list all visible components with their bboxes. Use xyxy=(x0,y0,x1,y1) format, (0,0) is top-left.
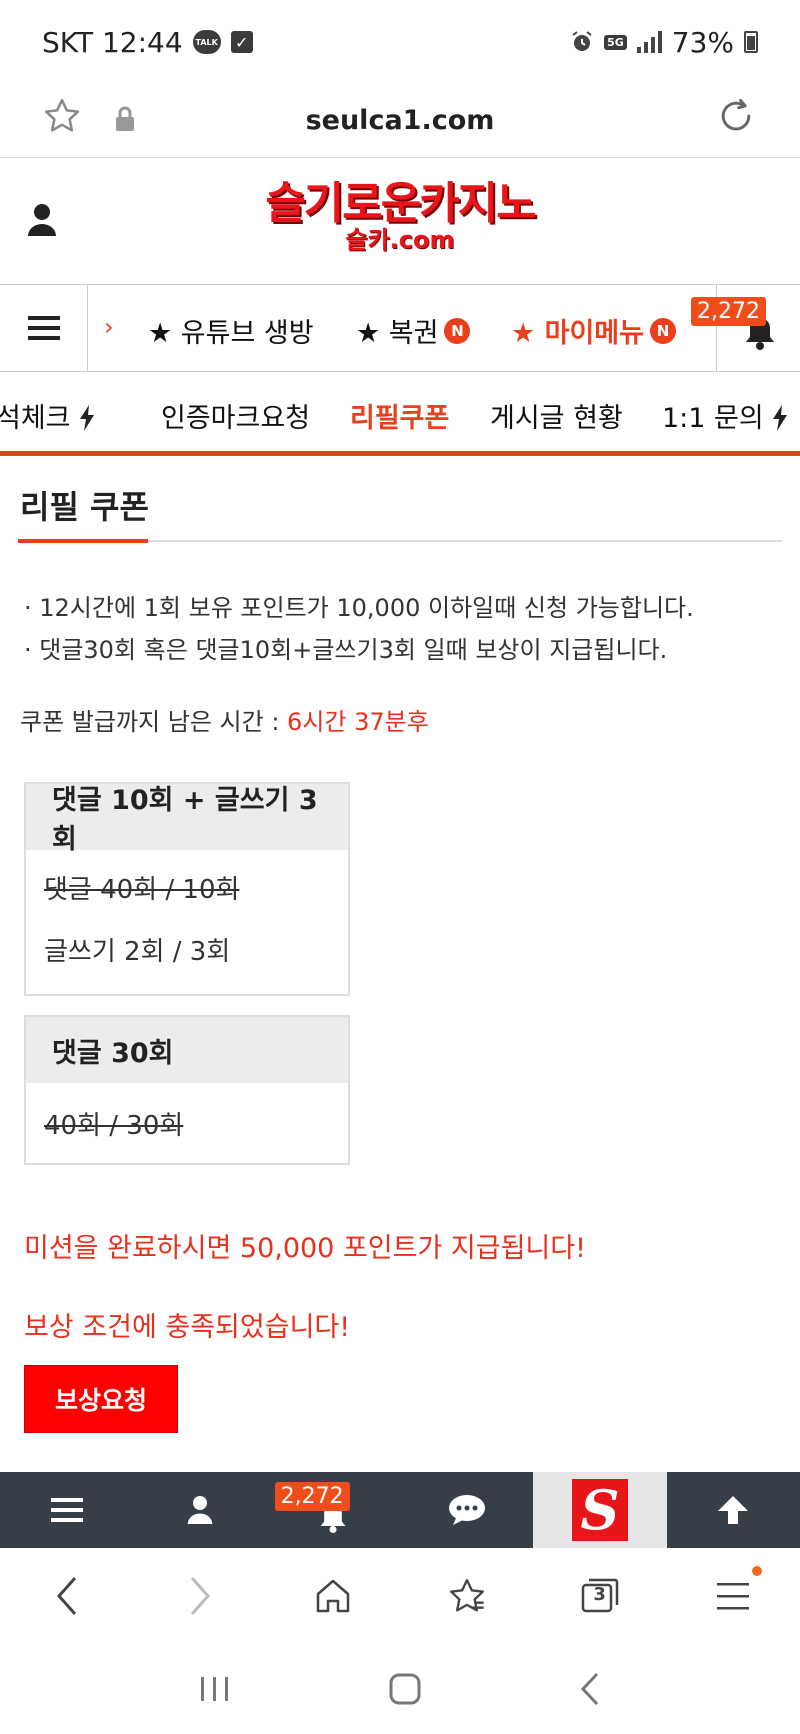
lock-icon xyxy=(116,106,134,131)
browser-back-button[interactable] xyxy=(0,1548,133,1644)
browser-forward-button[interactable] xyxy=(133,1548,266,1644)
mission-header: 댓글 10회 + 글쓰기 3회 xyxy=(26,784,348,855)
browser-home-button[interactable] xyxy=(267,1548,400,1644)
reward-request-button[interactable]: 보상요청 xyxy=(24,1365,178,1433)
bottom-logo-button[interactable]: S xyxy=(533,1472,667,1548)
checkbox-notification-icon: ✓ xyxy=(230,31,253,53)
mission-row-posts: 글쓰기 2회 / 3회 xyxy=(44,936,231,967)
bookmark-star-icon[interactable] xyxy=(42,96,82,136)
bottom-chat-button[interactable] xyxy=(400,1472,533,1548)
bottom-notification-button[interactable]: 2,272 xyxy=(267,1472,400,1548)
sub-nav-label: 1:1 문의 xyxy=(662,403,764,434)
bottom-menu-button[interactable] xyxy=(0,1472,133,1548)
browser-menu-button[interactable] xyxy=(667,1548,800,1644)
lightning-icon xyxy=(80,405,95,431)
remaining-time-label: 쿠폰 발급까지 남은 시간 : xyxy=(20,708,288,736)
mission-box-comments: 댓글 30회 40회 / 30회 xyxy=(24,1015,350,1165)
browser-nav-bar: 3 xyxy=(0,1548,800,1644)
nav-item-youtube-live[interactable]: ★ 유튜브 생방 xyxy=(148,311,314,350)
nav-item-label: ★ 마이메뉴 xyxy=(511,318,644,349)
chevron-right-icon xyxy=(190,1577,210,1615)
back-icon[interactable] xyxy=(579,1672,601,1706)
system-nav-bar xyxy=(0,1644,800,1734)
nav-item-label: ★ 복권 xyxy=(356,318,439,349)
notice-line: · 12시간에 1회 보유 포인트가 10,000 이하일때 신청 가능합니다. xyxy=(24,594,694,622)
browser-tabs-button[interactable]: 3 xyxy=(533,1548,666,1644)
chevron-left-icon xyxy=(56,1577,76,1615)
status-right: 5G 73% xyxy=(570,26,758,59)
kakaotalk-icon: TALK xyxy=(192,30,221,54)
bottom-user-button[interactable] xyxy=(133,1472,266,1548)
mission-header: 댓글 30회 xyxy=(26,1017,348,1083)
battery-percent: 73% xyxy=(671,25,734,59)
notification-count-badge: 2,272 xyxy=(691,297,766,326)
user-icon xyxy=(187,1496,213,1524)
lightning-icon xyxy=(773,405,788,431)
chat-bubble-icon xyxy=(448,1495,485,1525)
main-nav-items: › ★ 유튜브 생방 ★ 복권 N ★ 마이메뉴 N xyxy=(88,285,716,371)
mission-box-comments-and-posts: 댓글 10회 + 글쓰기 3회 댓글 40회 / 10회 글쓰기 2회 / 3회 xyxy=(24,782,350,996)
recent-apps-icon[interactable] xyxy=(199,1675,231,1703)
logo-main-text: 슬기로운카지노 xyxy=(265,178,536,229)
nav-item-label: ★ 유튜브 생방 xyxy=(148,318,314,349)
tabs-count: 3 xyxy=(593,1584,606,1605)
hamburger-icon xyxy=(50,1498,83,1522)
status-bar: SKT 12:44 TALK ✓ 5G 73% xyxy=(0,0,800,84)
sub-nav-certification-request[interactable]: 인증마크요청 xyxy=(161,396,310,435)
scroll-top-button[interactable] xyxy=(667,1472,800,1548)
mission-row-comments: 댓글 40회 / 10회 xyxy=(44,874,240,905)
nav-item-my-menu[interactable]: ★ 마이메뉴 N xyxy=(511,311,676,350)
site-logo[interactable]: 슬기로운카지노 슬카.com xyxy=(250,178,550,254)
sub-nav-post-status[interactable]: 게시글 현황 xyxy=(490,396,623,435)
hamburger-icon xyxy=(717,1583,750,1610)
sub-nav-refill-coupon[interactable]: 리필쿠폰 xyxy=(350,396,449,435)
network-5g-icon: 5G xyxy=(604,34,627,50)
page-title: 리필 쿠폰 xyxy=(20,488,149,526)
main-nav: › ★ 유튜브 생방 ★ 복권 N ★ 마이메뉴 N 2,272 xyxy=(0,284,800,372)
home-button-icon[interactable] xyxy=(389,1673,421,1705)
s-logo: S xyxy=(571,1478,628,1542)
sub-nav: 석체크 인증마크요청 리필쿠폰 게시글 현황 1:1 문의 xyxy=(0,372,800,456)
arrow-up-icon xyxy=(718,1496,749,1524)
new-badge: N xyxy=(649,317,676,344)
notification-count-badge: 2,272 xyxy=(274,1482,350,1511)
sub-nav-label: 석체크 xyxy=(0,403,71,434)
carrier-time: SKT 12:44 xyxy=(42,25,183,59)
browser-bookmarks-button[interactable] xyxy=(400,1548,533,1644)
notification-dot xyxy=(751,1566,762,1576)
alarm-icon xyxy=(572,31,592,51)
completion-reward-message: 미션을 완료하시면 50,000 포인트가 지급됩니다! xyxy=(24,1233,586,1264)
hamburger-icon xyxy=(27,316,60,340)
status-left: SKT 12:44 TALK ✓ xyxy=(42,26,253,59)
menu-button[interactable] xyxy=(0,285,88,371)
sub-nav-attendance-check[interactable]: 석체크 xyxy=(0,396,95,435)
new-badge: N xyxy=(444,317,471,344)
nav-item-lottery[interactable]: ★ 복권 N xyxy=(356,311,471,350)
remaining-time: 쿠폰 발급까지 남은 시간 : 6시간 37분후 xyxy=(20,702,429,737)
mission-row-comments: 40회 / 30회 xyxy=(44,1110,184,1141)
battery-icon xyxy=(744,31,758,53)
browser-url-bar: seulca1.com xyxy=(0,84,800,158)
nav-scroll-indicator: › xyxy=(104,313,114,341)
condition-met-message: 보상 조건에 충족되었습니다! xyxy=(24,1312,351,1343)
home-icon xyxy=(317,1579,350,1613)
site-bottom-bar: 2,272 S xyxy=(0,1472,800,1548)
notice-line: · 댓글30회 혹은 댓글10회+글쓰기3회 일때 보상이 지급됩니다. xyxy=(24,636,668,664)
signal-icon xyxy=(636,31,662,53)
reload-icon[interactable] xyxy=(714,94,758,138)
notification-button[interactable]: 2,272 xyxy=(691,285,800,371)
logo-sub-text: 슬카.com xyxy=(345,226,455,254)
sub-nav-one-to-one-inquiry[interactable]: 1:1 문의 xyxy=(662,396,788,435)
remaining-time-value: 6시간 37분후 xyxy=(287,708,429,736)
site-header: 슬기로운카지노 슬카.com xyxy=(0,158,800,284)
user-icon[interactable] xyxy=(26,202,58,238)
title-divider-accent xyxy=(18,539,148,543)
bookmarks-star-icon xyxy=(449,1579,484,1612)
